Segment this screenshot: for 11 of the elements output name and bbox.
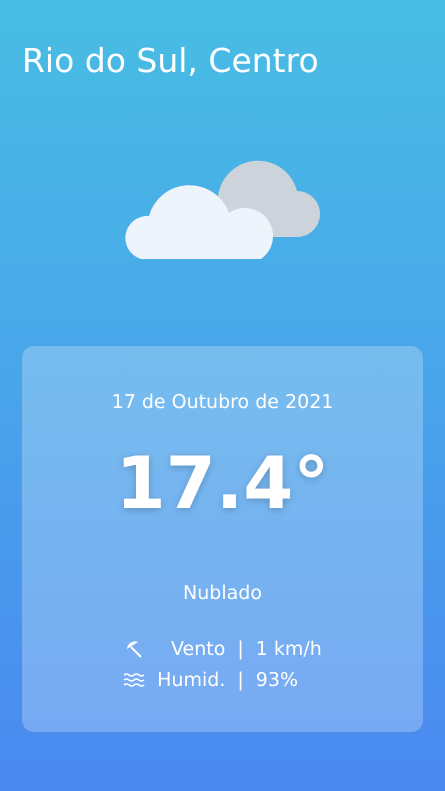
date-text: 17 de Outubro de 2021 bbox=[112, 390, 334, 416]
condition-text: Nublado bbox=[183, 580, 262, 606]
detail-label: Vento bbox=[170, 637, 226, 662]
detail-value: 93% bbox=[256, 668, 299, 693]
detail-value: 1 km/h bbox=[256, 637, 322, 662]
temperature-text: 17.4° bbox=[116, 446, 330, 519]
separator: | bbox=[237, 637, 244, 662]
detail-label: Humid. bbox=[157, 668, 226, 693]
waves-icon bbox=[123, 673, 146, 687]
separator: | bbox=[237, 668, 244, 693]
location-title: Rio do Sul, Centro bbox=[22, 40, 319, 82]
